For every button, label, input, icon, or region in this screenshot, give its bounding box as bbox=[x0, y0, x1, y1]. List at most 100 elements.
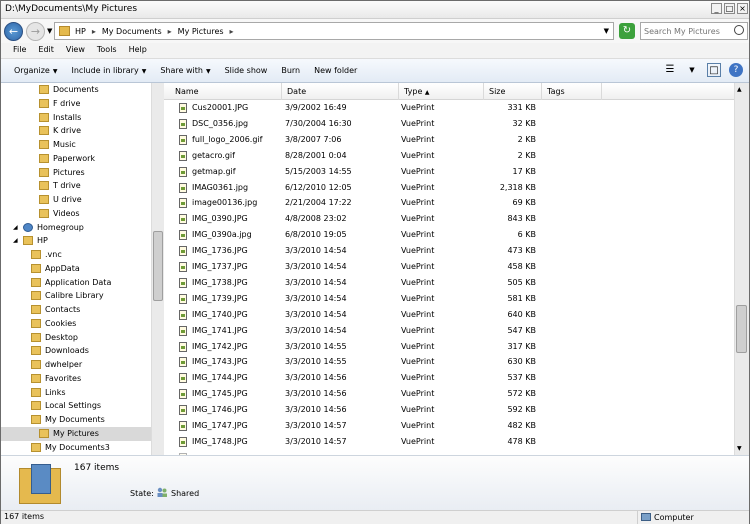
file-row[interactable]: IMG_1741.JPG 3/3/2010 14:54 VuePrint 547 KB bbox=[164, 323, 734, 339]
nav-item[interactable]: .vnc bbox=[1, 248, 151, 262]
nav-item[interactable]: My Documents3 bbox=[1, 441, 151, 455]
preview-pane-icon[interactable]: □ bbox=[707, 63, 721, 77]
new-folder-button[interactable]: New folder bbox=[307, 66, 364, 75]
file-row[interactable]: IMG_1746.JPG 3/3/2010 14:56 VuePrint 592 KB bbox=[164, 402, 734, 418]
nav-item[interactable]: Cookies bbox=[1, 317, 151, 331]
nav-item[interactable]: Favorites bbox=[1, 372, 151, 386]
nav-item[interactable]: Pictures bbox=[1, 166, 151, 180]
file-row[interactable]: IMG_1747.JPG 3/3/2010 14:57 VuePrint 482 KB bbox=[164, 418, 734, 434]
file-row[interactable]: IMG_1736.JPG 3/3/2010 14:54 VuePrint 473 KB bbox=[164, 243, 734, 259]
column-date[interactable]: Date bbox=[282, 83, 399, 100]
address-dropdown-icon[interactable]: ▼ bbox=[604, 27, 609, 35]
file-row[interactable]: Cus20001.JPG 3/9/2002 16:49 VuePrint 331 KB bbox=[164, 100, 734, 116]
nav-item[interactable]: U drive bbox=[1, 193, 151, 207]
breadcrumb-my-pictures[interactable]: My Pictures bbox=[178, 27, 224, 36]
nav-item[interactable]: Links bbox=[1, 386, 151, 400]
folder-icon bbox=[39, 112, 49, 122]
nav-item[interactable]: T drive bbox=[1, 179, 151, 193]
menu-help[interactable]: Help bbox=[123, 43, 153, 58]
title-bar[interactable]: D:\MyDocuments\My Pictures _ □ × bbox=[1, 1, 749, 19]
scrollbar-thumb[interactable] bbox=[736, 305, 747, 353]
close-button[interactable]: × bbox=[737, 3, 748, 14]
file-row[interactable]: DSC_0356.jpg 7/30/2004 16:30 VuePrint 32 KB bbox=[164, 116, 734, 132]
nav-item[interactable]: AppData bbox=[1, 262, 151, 276]
column-tags[interactable]: Tags bbox=[542, 83, 602, 100]
change-view-icon[interactable]: ☰ bbox=[663, 63, 677, 77]
share-with-button[interactable]: Share with ▼ bbox=[153, 66, 217, 75]
address-bar[interactable]: HP ▸ My Documents ▸ My Pictures ▸ ▼ bbox=[54, 22, 614, 40]
chevron-right-icon[interactable]: ▸ bbox=[168, 27, 172, 36]
search-icon[interactable] bbox=[734, 25, 744, 35]
forward-button[interactable]: → bbox=[26, 22, 45, 41]
nav-item[interactable]: Local Settings bbox=[1, 399, 151, 413]
nav-item[interactable]: F drive bbox=[1, 97, 151, 111]
nav-item[interactable]: Music bbox=[1, 138, 151, 152]
burn-button[interactable]: Burn bbox=[274, 66, 307, 75]
file-list-scrollbar[interactable]: ▲ ▼ bbox=[734, 83, 749, 455]
include-in-library-button[interactable]: Include in library ▼ bbox=[64, 66, 153, 75]
file-row[interactable]: IMG_1740.JPG 3/3/2010 14:54 VuePrint 640 KB bbox=[164, 307, 734, 323]
file-row[interactable]: IMG_1748.JPG 3/3/2010 14:57 VuePrint 478 KB bbox=[164, 434, 734, 450]
file-name: IMAG0361.jpg bbox=[192, 182, 249, 192]
expand-icon[interactable]: ◢ bbox=[13, 221, 18, 235]
chevron-right-icon[interactable]: ▸ bbox=[230, 27, 234, 36]
file-name: image00136.jpg bbox=[192, 198, 258, 208]
file-row[interactable]: IMG_1743.JPG 3/3/2010 14:55 VuePrint 630 KB bbox=[164, 354, 734, 370]
maximize-button[interactable]: □ bbox=[724, 3, 735, 14]
menu-file[interactable]: File bbox=[7, 43, 32, 58]
expand-icon[interactable]: ◢ bbox=[13, 234, 18, 248]
menu-view[interactable]: View bbox=[60, 43, 91, 58]
menu-tools[interactable]: Tools bbox=[91, 43, 123, 58]
view-dropdown-icon[interactable]: ▼ bbox=[685, 63, 699, 77]
column-size[interactable]: Size bbox=[484, 83, 542, 100]
recent-pages-dropdown-icon[interactable]: ▼ bbox=[47, 27, 52, 35]
file-row[interactable]: full_logo_2006.gif 3/8/2007 7:06 VuePrint 2… bbox=[164, 132, 734, 148]
nav-item-label: Documents bbox=[53, 85, 99, 94]
nav-item[interactable]: Downloads bbox=[1, 344, 151, 358]
slide-show-button[interactable]: Slide show bbox=[218, 66, 275, 75]
help-icon[interactable]: ? bbox=[729, 63, 743, 77]
nav-item[interactable]: dwhelper bbox=[1, 358, 151, 372]
nav-item[interactable]: Videos bbox=[1, 207, 151, 221]
back-button[interactable]: ← bbox=[4, 22, 23, 41]
file-size: 458 KB bbox=[507, 262, 536, 271]
nav-item[interactable]: My Documents bbox=[1, 413, 151, 427]
file-row[interactable]: image00136.jpg 2/21/2004 17:22 VuePrint 69 … bbox=[164, 195, 734, 211]
refresh-icon[interactable]: ↻ bbox=[619, 23, 635, 39]
nav-item[interactable]: Paperwork bbox=[1, 152, 151, 166]
nav-item[interactable]: Contacts bbox=[1, 303, 151, 317]
file-row[interactable]: IMG_1744.JPG 3/3/2010 14:56 VuePrint 537 KB bbox=[164, 370, 734, 386]
nav-item[interactable]: Documents bbox=[1, 83, 151, 97]
file-row[interactable]: getacro.gif 8/28/2001 0:04 VuePrint 2 KB bbox=[164, 148, 734, 164]
navigation-scrollbar[interactable] bbox=[151, 83, 164, 455]
nav-item[interactable]: My Pictures bbox=[1, 426, 151, 441]
breadcrumb-my-documents[interactable]: My Documents bbox=[102, 27, 162, 36]
organize-button[interactable]: Organize ▼ bbox=[7, 66, 64, 75]
file-row[interactable]: IMG_1737.JPG 3/3/2010 14:54 VuePrint 458 KB bbox=[164, 259, 734, 275]
file-row[interactable]: IMG_1742.JPG 3/3/2010 14:55 VuePrint 317 KB bbox=[164, 339, 734, 355]
nav-item[interactable]: K drive bbox=[1, 124, 151, 138]
nav-item[interactable]: ◢ Homegroup bbox=[1, 221, 151, 235]
scroll-down-icon[interactable]: ▼ bbox=[737, 445, 742, 452]
file-row[interactable]: IMG_1745.JPG 3/3/2010 14:56 VuePrint 572 KB bbox=[164, 386, 734, 402]
search-input[interactable] bbox=[644, 25, 732, 37]
file-row[interactable]: IMAG0361.jpg 6/12/2010 12:05 VuePrint 2,318… bbox=[164, 180, 734, 196]
nav-item[interactable]: Installs bbox=[1, 111, 151, 125]
file-row[interactable]: IMG_0390a.jpg 6/8/2010 19:05 VuePrint 6 KB bbox=[164, 227, 734, 243]
file-row[interactable]: IMG_1738.JPG 3/3/2010 14:54 VuePrint 505 KB bbox=[164, 275, 734, 291]
nav-item[interactable]: Desktop bbox=[1, 331, 151, 345]
scrollbar-thumb[interactable] bbox=[153, 231, 163, 301]
nav-item[interactable]: ◢ HP bbox=[1, 234, 151, 248]
file-row[interactable]: IMG_1739.JPG 3/3/2010 14:54 VuePrint 581 KB bbox=[164, 291, 734, 307]
file-row[interactable]: IMG_0390.JPG 4/8/2008 23:02 VuePrint 843 KB bbox=[164, 211, 734, 227]
nav-item[interactable]: Application Data bbox=[1, 276, 151, 290]
chevron-right-icon[interactable]: ▸ bbox=[92, 27, 96, 36]
minimize-button[interactable]: _ bbox=[711, 3, 722, 14]
column-name[interactable]: Name bbox=[170, 83, 282, 100]
breadcrumb-hp[interactable]: HP bbox=[75, 27, 86, 36]
menu-edit[interactable]: Edit bbox=[32, 43, 60, 58]
column-type[interactable]: Type ▲ bbox=[399, 83, 484, 100]
file-row[interactable]: getmap.gif 5/15/2003 14:55 VuePrint 17 KB bbox=[164, 164, 734, 180]
nav-item[interactable]: Calibre Library bbox=[1, 289, 151, 303]
scroll-up-icon[interactable]: ▲ bbox=[737, 86, 742, 93]
